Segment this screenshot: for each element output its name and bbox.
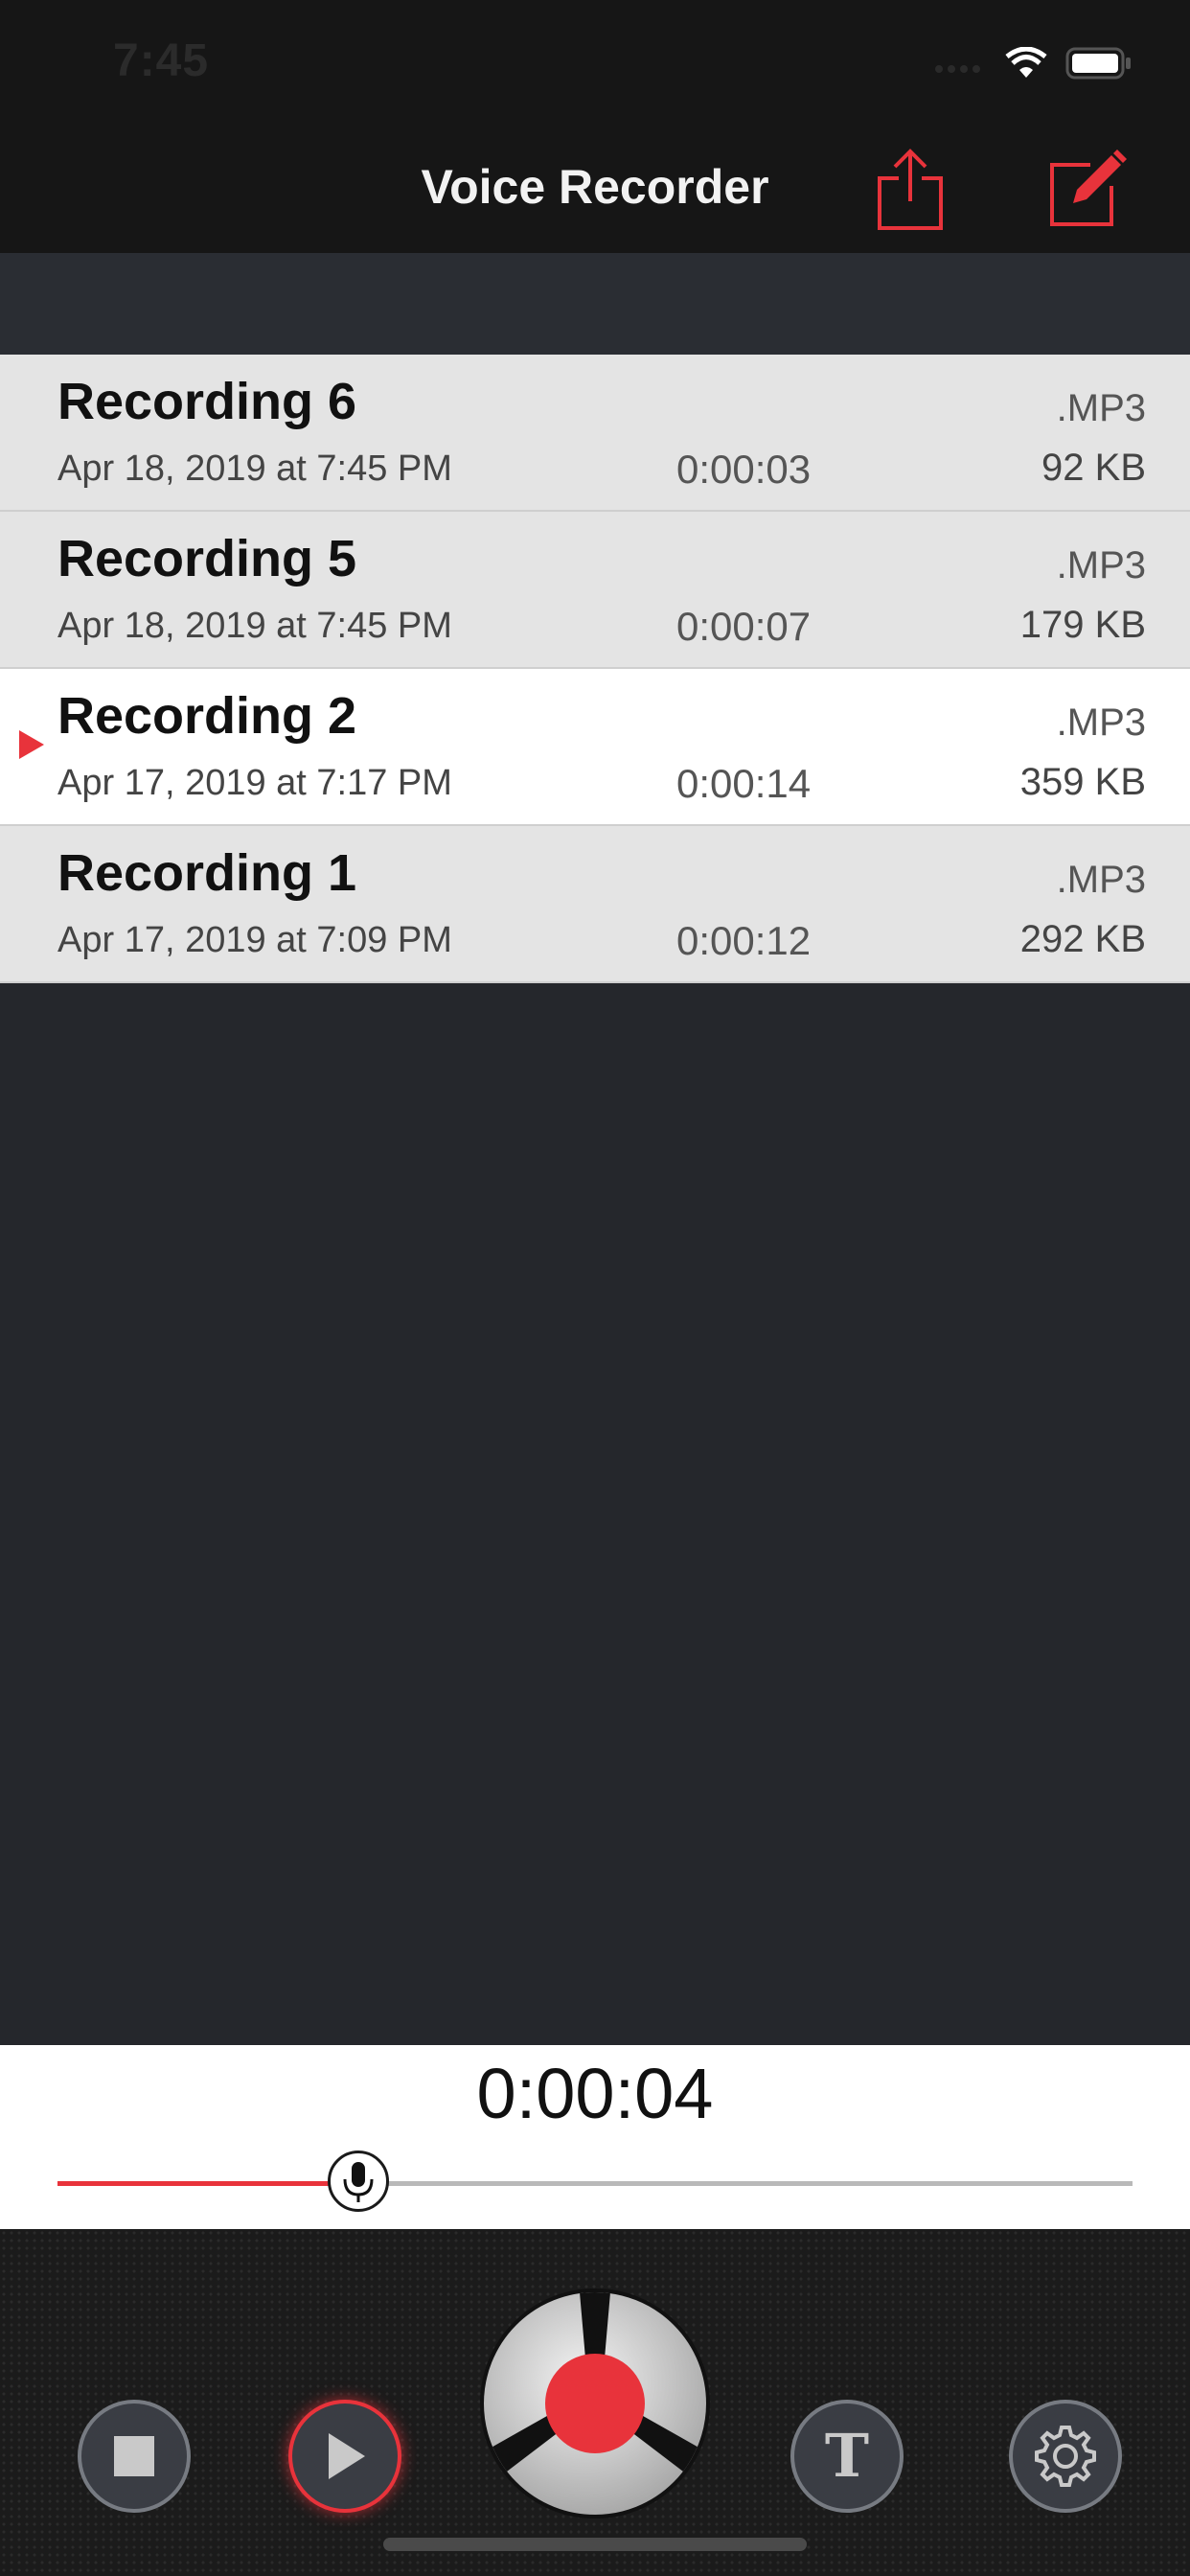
recording-title: Recording 6 (57, 373, 357, 430)
gear-icon (1035, 2426, 1096, 2487)
recording-duration: 0:00:14 (676, 761, 812, 806)
recording-duration: 0:00:03 (676, 447, 812, 492)
playback-panel: 0:00:04 (0, 2045, 1190, 2229)
recording-size: 292 KB (1019, 918, 1146, 960)
recording-date: Apr 18, 2019 at 7:45 PM (57, 448, 452, 489)
battery-icon (1065, 47, 1131, 80)
recording-list: Recording 6 Apr 18, 2019 at 7:45 PM 0:00… (0, 355, 1190, 983)
recording-row[interactable]: Recording 1 Apr 17, 2019 at 7:09 PM 0:00… (0, 826, 1190, 983)
play-icon (329, 2433, 365, 2479)
record-button[interactable] (480, 2288, 710, 2518)
recording-date: Apr 17, 2019 at 7:09 PM (57, 920, 452, 960)
status-time: 7:45 (113, 35, 210, 86)
text-icon: T (824, 2421, 870, 2491)
playback-slider[interactable] (57, 2150, 1133, 2212)
navigation-bar: Voice Recorder (0, 126, 1190, 253)
recording-format: .MP3 (1056, 859, 1146, 901)
home-indicator (383, 2538, 807, 2551)
cellular-signal-icon (935, 65, 980, 73)
recording-format: .MP3 (1056, 702, 1146, 744)
recording-size: 359 KB (1019, 761, 1146, 803)
share-button[interactable] (864, 144, 956, 236)
recording-size: 179 KB (1019, 604, 1146, 646)
recording-date: Apr 17, 2019 at 7:17 PM (57, 763, 452, 803)
play-button[interactable] (288, 2400, 401, 2513)
recording-title: Recording 1 (57, 844, 357, 902)
text-button[interactable]: T (790, 2400, 904, 2513)
recording-duration: 0:00:12 (676, 918, 812, 963)
page-title: Voice Recorder (421, 160, 769, 214)
toolbar-area (0, 253, 1190, 355)
wifi-icon (1005, 47, 1047, 78)
status-bar: 7:45 (0, 0, 1190, 126)
record-icon (488, 2292, 702, 2474)
recording-title: Recording 2 (57, 687, 357, 745)
recording-row[interactable]: Recording 5 Apr 18, 2019 at 7:45 PM 0:00… (0, 512, 1190, 669)
recording-row[interactable]: Recording 6 Apr 18, 2019 at 7:45 PM 0:00… (0, 355, 1190, 512)
playback-progress (57, 2181, 359, 2186)
recording-size: 92 KB (1041, 447, 1146, 489)
playback-time: 0:00:04 (476, 2054, 714, 2133)
recording-title: Recording 5 (57, 530, 357, 587)
recording-date: Apr 18, 2019 at 7:45 PM (57, 606, 452, 646)
recording-row[interactable]: Recording 2 Apr 17, 2019 at 7:17 PM 0:00… (0, 669, 1190, 826)
recording-duration: 0:00:07 (676, 604, 812, 649)
edit-icon (1050, 150, 1127, 226)
slider-handle[interactable] (328, 2150, 390, 2212)
microphone-icon (343, 2162, 374, 2202)
share-icon (878, 149, 943, 230)
stop-button[interactable] (78, 2400, 191, 2513)
status-icons (933, 44, 1133, 82)
settings-button[interactable] (1009, 2400, 1122, 2513)
stop-icon (114, 2436, 154, 2476)
edit-button[interactable] (1041, 144, 1133, 236)
recording-format: .MP3 (1056, 387, 1146, 429)
now-playing-icon (19, 730, 44, 759)
control-bar: T (0, 2229, 1190, 2576)
recording-format: .MP3 (1056, 544, 1146, 586)
